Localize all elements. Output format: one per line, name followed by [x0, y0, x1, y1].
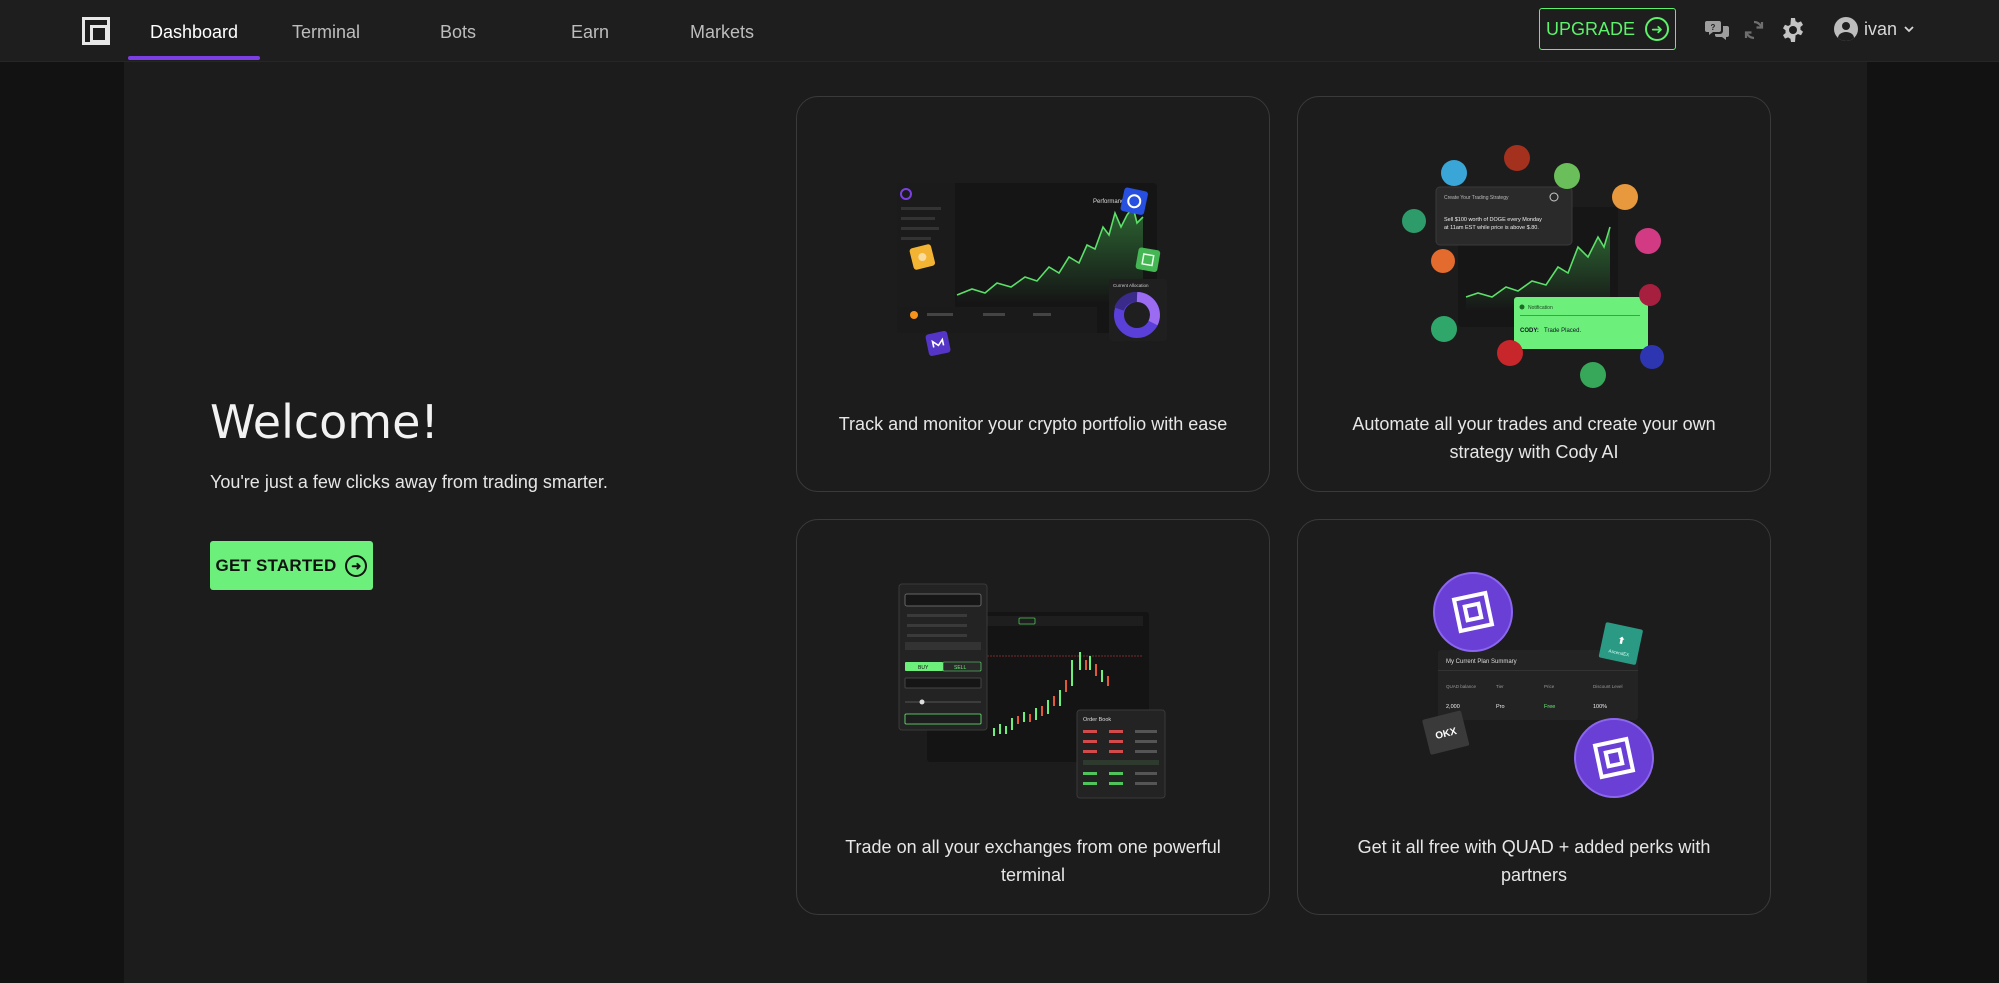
nav-tab-dashboard[interactable]: Dashboard: [128, 0, 260, 62]
user-circle-icon: [1834, 17, 1858, 41]
plan-value-balance: 2,000: [1446, 704, 1460, 710]
strategy-text-line-2: at 11am EST while price is above $.80.: [1444, 225, 1539, 231]
cody-ai-illustration: Create Your Trading Strategy Sell $100 w…: [1402, 145, 1664, 388]
quad-plan-illustration: My Current Plan Summary QUAD balance Tie…: [1422, 572, 1654, 798]
get-started-button[interactable]: GET STARTED ➜: [210, 541, 373, 590]
nav-tab-bots[interactable]: Bots: [392, 0, 524, 62]
plan-header-price: Price: [1544, 684, 1555, 689]
portfolio-dashboard-illustration: Performance Current Allocation: [897, 183, 1167, 356]
buy-label: BUY: [918, 665, 929, 671]
plan-value-discount: 100%: [1593, 704, 1607, 710]
card-terminal-text: Trade on all your exchanges from one pow…: [845, 837, 1221, 885]
card-quad-plan-text: Get it all free with QUAD + added perks …: [1357, 837, 1711, 885]
user-name: ivan: [1864, 18, 1898, 39]
upgrade-label: UPGRADE: [1545, 18, 1635, 39]
welcome-subtitle: You're just a few clicks away from tradi…: [210, 472, 608, 492]
cody-prefix: CODY:: [1520, 328, 1539, 334]
plan-summary-title: My Current Plan Summary: [1446, 659, 1517, 665]
feature-card-cody-ai[interactable]: Create Your Trading Strategy Sell $100 w…: [1297, 96, 1771, 492]
plan-value-price: Free: [1544, 704, 1555, 710]
order-book-label: Order Book: [1083, 717, 1111, 723]
svg-text:?: ?: [1711, 23, 1716, 32]
arrow-right-circle-icon: ➜: [345, 554, 368, 577]
main-nav: Dashboard Terminal Bots Earn Markets: [128, 0, 788, 62]
card-portfolio-text: Track and monitor your crypto portfolio …: [838, 414, 1228, 434]
notification-label: Notification: [1528, 305, 1553, 311]
arrow-right-circle-icon: ➜: [1645, 17, 1669, 41]
allocation-label: Current Allocation: [1113, 283, 1149, 288]
feature-card-terminal[interactable]: BUY SELL Order Book Trade on all your ex…: [796, 519, 1270, 915]
top-navigation-bar: Dashboard Terminal Bots Earn Markets UPG…: [0, 0, 1999, 62]
get-started-label: GET STARTED: [215, 555, 337, 575]
user-menu[interactable]: ivan: [1834, 14, 1915, 44]
gear-icon[interactable]: [1779, 16, 1807, 44]
feature-card-portfolio[interactable]: Performance Current Allocation Track and…: [796, 96, 1270, 492]
cody-message: Trade Placed.: [1544, 328, 1581, 334]
card-cody-ai-text: Automate all your trades and create your…: [1352, 414, 1716, 462]
quad-logo-icon[interactable]: [82, 17, 110, 45]
strategy-text-line-1: Sell $100 worth of DOGE every Monday: [1444, 217, 1542, 223]
nav-tab-markets[interactable]: Markets: [656, 0, 788, 62]
plan-header-discount: Discount Level: [1593, 684, 1623, 689]
plan-header-tier: Tier: [1496, 684, 1504, 689]
chevron-down-icon: [1903, 19, 1915, 40]
strategy-title: Create Your Trading Strategy: [1444, 195, 1509, 201]
plan-header-balance: QUAD balance: [1446, 684, 1477, 689]
welcome-title: Welcome!: [210, 395, 439, 449]
chat-bubbles-icon[interactable]: ?: [1703, 16, 1731, 44]
upgrade-button[interactable]: UPGRADE ➜: [1539, 8, 1676, 50]
nav-tab-earn[interactable]: Earn: [524, 0, 656, 62]
trading-terminal-illustration: BUY SELL Order Book: [898, 583, 1166, 799]
plan-value-tier: Pro: [1496, 704, 1505, 710]
sell-label: SELL: [954, 665, 966, 671]
nav-tab-terminal[interactable]: Terminal: [260, 0, 392, 62]
feature-card-quad-plan[interactable]: My Current Plan Summary QUAD balance Tie…: [1297, 519, 1771, 915]
refresh-icon[interactable]: [1740, 16, 1768, 44]
